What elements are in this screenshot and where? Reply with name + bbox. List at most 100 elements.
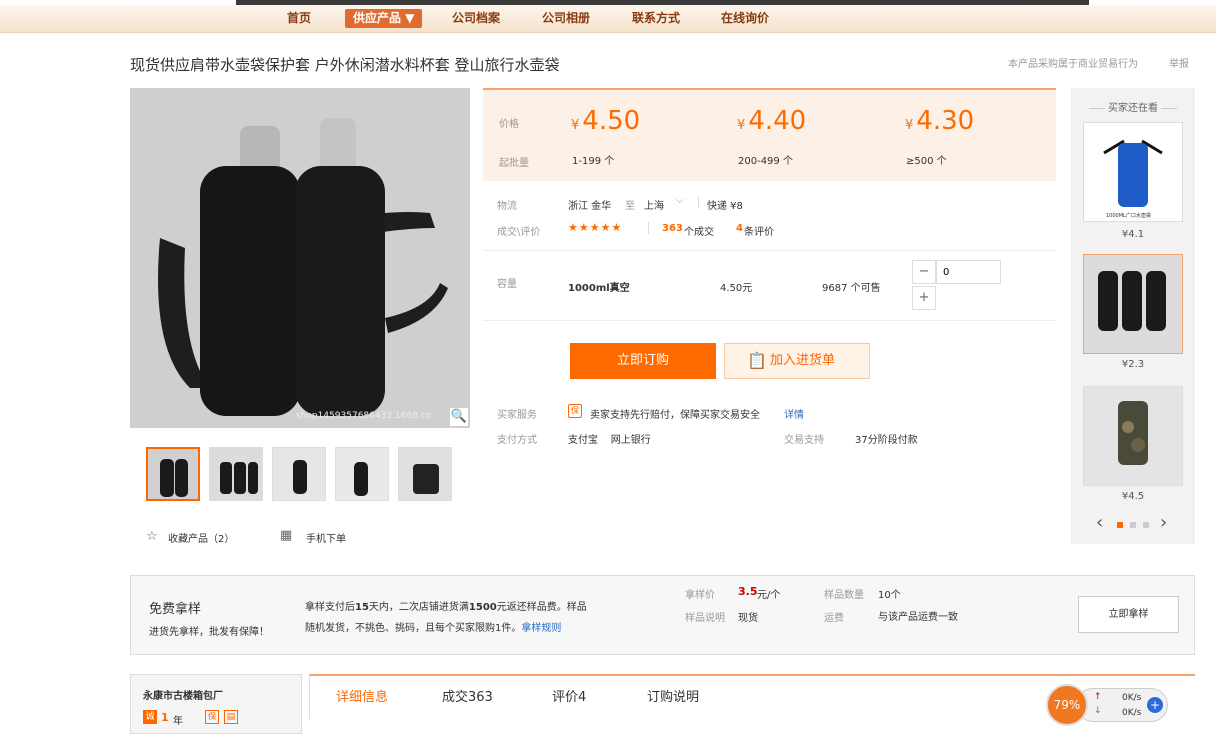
tab-order-notes[interactable]: 订购说明: [647, 686, 699, 705]
network-speed-widget[interactable]: 79% ↑ 0K/s ↓ 0K/s +: [1046, 684, 1170, 726]
chevron-left-icon[interactable]: ‹: [1096, 512, 1103, 533]
quantity-plus-button[interactable]: +: [912, 286, 936, 310]
price-tier-2: ¥4.40: [737, 106, 806, 136]
also-viewed-title-text: 买家还在看: [1108, 103, 1158, 114]
star-outline-icon[interactable]: ☆: [146, 529, 158, 544]
desc-text: 随机发货，不挑色、挑码，且每个买家限购1件。: [305, 623, 522, 634]
thumbnail-4[interactable]: [335, 447, 389, 501]
thumbnail-1[interactable]: [146, 447, 200, 501]
qty-tier-1: 1-199 个: [572, 156, 615, 167]
trade-notice: 本产品采购属于商业贸易行为: [1008, 59, 1138, 70]
service-text: 卖家支持先行赔付，保障买家交易安全: [590, 410, 760, 421]
logistics-label: 物流: [497, 201, 517, 212]
price-tier-3: ¥4.30: [905, 106, 974, 136]
mobile-order[interactable]: 手机下单: [306, 530, 346, 545]
also-viewed-price-1: ¥4.1: [1121, 229, 1145, 240]
sample-description: 拿样支付后15天内，二次店铺进货满1500元返还样品费。样品 随机发货，不挑色、…: [305, 597, 620, 639]
nav-products[interactable]: 供应产品 ▼: [345, 9, 423, 28]
payment-label: 支付方式: [497, 435, 537, 446]
nav-company-profile[interactable]: 公司档案: [452, 9, 500, 28]
deal-count[interactable]: 363: [662, 223, 683, 234]
tab-details[interactable]: 详细信息: [336, 686, 388, 705]
also-viewed-item-2[interactable]: [1083, 254, 1183, 354]
also-viewed-price-3: ¥4.5: [1121, 491, 1145, 502]
nav-company-album[interactable]: 公司相册: [542, 9, 590, 28]
deal-count-suffix: 个成交: [684, 227, 714, 238]
quantity-input[interactable]: [936, 260, 1001, 284]
sample-qty: 10个: [878, 590, 901, 601]
desc-amount: 1500: [468, 602, 497, 613]
qr-code-icon[interactable]: ▦: [280, 528, 292, 543]
company-name[interactable]: 永康市古楼箱包厂: [143, 687, 223, 702]
carousel-dot[interactable]: [1143, 522, 1149, 528]
report-link[interactable]: 举报: [1169, 55, 1189, 70]
image-watermark: shop1459357686433.1688.co: [296, 411, 432, 421]
get-sample-button[interactable]: 立即拿样: [1078, 596, 1179, 633]
clipboard-icon: 📋: [747, 351, 767, 370]
moq-label: 起批量: [499, 158, 529, 169]
nav-home[interactable]: 首页: [287, 9, 311, 28]
sample-rules-link[interactable]: 拿样规则: [521, 623, 561, 634]
currency-symbol: ¥: [737, 118, 746, 133]
add-to-cart-label: 加入进货单: [770, 353, 836, 368]
sample-price-label: 拿样价: [685, 590, 715, 601]
item-photo: [1084, 255, 1182, 353]
thumbnail-photo: [273, 448, 325, 500]
thumbnail-3[interactable]: [272, 447, 326, 501]
carousel-dot-active[interactable]: [1117, 522, 1123, 528]
trade-support-value: 37分阶段付款: [855, 435, 918, 446]
deals-label: 成交\评价: [497, 227, 541, 238]
order-now-button[interactable]: 立即订购: [570, 343, 716, 379]
guarantee-shield-icon: 保: [568, 404, 582, 418]
add-to-cart-button[interactable]: 📋 加入进货单: [724, 343, 870, 379]
price-label: 价格: [499, 119, 519, 130]
price-tier-1: ¥4.50: [571, 106, 640, 136]
sku-stock: 9687 个可售: [822, 283, 881, 294]
nav-inquiry[interactable]: 在线询价: [721, 9, 769, 28]
logistics-origin: 浙江 金华: [568, 201, 612, 212]
thumbnail-photo: [399, 448, 451, 500]
memory-usage-ball[interactable]: 79%: [1046, 684, 1088, 726]
thumbnail-5[interactable]: [398, 447, 452, 501]
sample-qty-label: 样品数量: [824, 590, 864, 601]
also-viewed-item-1[interactable]: 1000ML广口水壶袋: [1083, 122, 1183, 222]
also-viewed-title: 买家还在看: [1081, 99, 1185, 114]
plus-icon[interactable]: +: [1147, 697, 1163, 713]
desc-days: 15: [355, 602, 369, 613]
divider: [483, 250, 1057, 251]
quantity-minus-button[interactable]: −: [912, 260, 936, 284]
thumbnail-photo: [336, 448, 388, 500]
main-product-image[interactable]: shop1459357686433.1688.co 🔍: [130, 88, 470, 428]
also-viewed-item-3[interactable]: [1083, 386, 1183, 486]
company-card: 永康市古楼箱包厂 诚 1 年 保 ▤: [130, 674, 302, 734]
chevron-right-icon[interactable]: ›: [1160, 512, 1167, 533]
upload-speed: 0K/s: [1122, 693, 1142, 703]
company-years-unit: 年: [173, 716, 183, 727]
tab-reviews[interactable]: 评价4: [552, 686, 586, 705]
certificate-icon: ▤: [224, 710, 238, 724]
zoom-icon[interactable]: 🔍: [450, 408, 468, 426]
product-title: 现货供应肩带水壶袋保护套 户外休闲潜水料杯套 登山旅行水壶袋: [130, 56, 560, 74]
sample-subtitle: 进货先拿样，批发有保障！: [149, 627, 269, 638]
upload-arrow-icon: ↑: [1094, 692, 1102, 702]
company-years: 1: [161, 711, 169, 724]
carousel-dot[interactable]: [1130, 522, 1136, 528]
logistics-destination[interactable]: 上海: [644, 197, 664, 212]
service-details-link[interactable]: 详情: [784, 406, 804, 421]
divider: [698, 196, 699, 208]
currency-symbol: ¥: [571, 118, 580, 133]
qty-tier-2: 200-499 个: [738, 156, 793, 167]
review-count[interactable]: 4: [736, 223, 743, 234]
tab-deals[interactable]: 成交363: [442, 686, 493, 705]
thumbnail-2[interactable]: [209, 447, 263, 501]
review-count-suffix: 条评价: [744, 227, 774, 238]
favorite-product[interactable]: 收藏产品（2）: [168, 530, 234, 545]
chevron-down-icon[interactable]: ⌵: [676, 195, 684, 206]
thumbnail-photo: [148, 449, 198, 499]
nav-contact[interactable]: 联系方式: [632, 9, 680, 28]
download-speed: 0K/s: [1122, 708, 1142, 718]
price-value: 4.30: [916, 106, 975, 136]
sample-shipping-value: 与该产品运费一致: [878, 612, 958, 623]
shipping-fee: 快递 ¥8: [707, 201, 743, 212]
item-caption: 1000ML广口水壶袋: [1106, 212, 1151, 219]
